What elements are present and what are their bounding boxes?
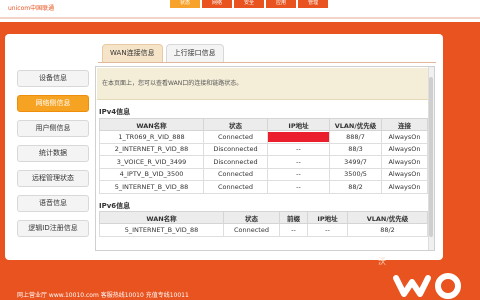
ip-cell: --: [267, 155, 330, 169]
vlan-cell: 88/3: [329, 142, 382, 156]
status-cell: Disconnected: [203, 155, 268, 169]
ipv6-col-ip: IP地址: [307, 211, 348, 224]
sidebar-item-logical-id[interactable]: 逻辑ID注册信息: [17, 220, 89, 237]
ipv6-header-row: WAN名称 状态 前缀 IP地址 VLAN/优先级: [99, 211, 428, 224]
sidebar-item-statistics[interactable]: 统计数据: [17, 145, 89, 162]
page-notice: 在本页面上，您可以查看WAN口的连接和链路状态。: [97, 68, 433, 100]
content-scrollbar[interactable]: [428, 67, 434, 250]
vlan-cell: 3499/7: [329, 155, 382, 169]
connection-cell: AlwaysOn: [381, 155, 428, 169]
vlan-cell: 88/2: [329, 180, 382, 194]
wan-name-cell: 3_VOICE_R_VID_3499: [99, 155, 204, 169]
ipv4-header-row: WAN名称 状态 IP地址 VLAN/优先级 连接: [99, 118, 428, 131]
status-cell: Disconnected: [203, 142, 268, 156]
ipv6-col-vlan: VLAN/优先级: [347, 211, 428, 224]
wo-logo: [393, 273, 461, 299]
wan-name-cell: 4_IPTV_B_VID_3500: [99, 167, 204, 181]
wan-name-cell: 2_INTERNET_R_VID_88: [99, 142, 204, 156]
ipv4-table: WAN名称 状态 IP地址 VLAN/优先级 连接 1_TR069_R_VID_…: [99, 118, 428, 194]
ipv6-col-prefix: 前缀: [279, 211, 308, 224]
top-nav: 状态 网络 安全 应用 管理: [170, 0, 330, 8]
status-cell: Connected: [203, 130, 268, 144]
sidebar-menu: 设备信息 网络侧信息 用户侧信息 统计数据 远程管理状态 语音信息 逻辑ID注册…: [17, 70, 89, 245]
ip-cell: --: [307, 223, 348, 237]
tab-wan-connection[interactable]: WAN连接信息: [102, 44, 163, 62]
ipv4-col-vlan: VLAN/优先级: [329, 118, 382, 131]
ip-cell: --: [267, 167, 330, 181]
unicom-logo: unicom中国联通: [8, 5, 55, 12]
top-tab-4[interactable]: 应用: [266, 0, 297, 8]
ip-cell: --: [267, 142, 330, 156]
sub-tabs: WAN连接信息 上行接口信息: [102, 44, 227, 62]
sidebar-item-voice-info[interactable]: 语音信息: [17, 195, 89, 212]
ipv6-col-status: 状态: [223, 211, 280, 224]
ip-cell: --: [267, 180, 330, 194]
ipv4-col-connection: 连接: [381, 118, 428, 131]
ipv6-section-title: IPv6信息: [99, 202, 131, 210]
top-tab-3[interactable]: 安全: [234, 0, 265, 8]
table-row: 2_INTERNET_R_VID_88 Disconnected -- 88/3…: [99, 142, 428, 156]
wan-name-cell: 5_INTERNET_B_VID_88: [99, 223, 224, 237]
connection-cell: AlwaysOn: [381, 180, 428, 194]
wan-name-cell: 5_INTERNET_B_VID_88: [99, 180, 204, 194]
content-frame: 在本页面上，您可以查看WAN口的连接和链路状态。 IPv4信息 WAN名称 状态…: [95, 66, 435, 251]
sidebar-item-network-info[interactable]: 网络侧信息: [17, 95, 89, 112]
table-row: 5_INTERNET_B_VID_88 Connected -- -- 88/2: [99, 223, 428, 237]
tab-divider: [98, 62, 436, 63]
tab-uplink-interface[interactable]: 上行接口信息: [165, 44, 224, 62]
status-cell: Connected: [203, 167, 268, 181]
top-tab-5[interactable]: 管理: [298, 0, 329, 8]
status-cell: Connected: [223, 223, 280, 237]
redaction-mask: [268, 131, 329, 142]
ipv6-col-wan-name: WAN名称: [99, 211, 224, 224]
top-tab-1[interactable]: 状态: [170, 0, 201, 8]
header-divider: [0, 17, 480, 19]
vlan-cell: 3500/5: [329, 167, 382, 181]
ipv4-col-wan-name: WAN名称: [99, 118, 204, 131]
table-row: 4_IPTV_B_VID_3500 Connected -- 3500/5 Al…: [99, 167, 428, 181]
connection-cell: AlwaysOn: [381, 130, 428, 144]
ipv4-col-status: 状态: [203, 118, 268, 131]
ip-cell: [267, 130, 330, 144]
sidebar-item-user-info[interactable]: 用户侧信息: [17, 120, 89, 137]
top-tab-2[interactable]: 网络: [202, 0, 233, 8]
status-cell: Connected: [203, 180, 268, 194]
ipv6-table: WAN名称 状态 前缀 IP地址 VLAN/优先级 5_INTERNET_B_V…: [99, 211, 428, 237]
scrollbar-thumb[interactable]: [429, 77, 433, 237]
wan-name-cell: 1_TR069_R_VID_888: [99, 130, 204, 144]
vlan-cell: 88/2: [347, 223, 428, 237]
table-row: 5_INTERNET_B_VID_88 Connected -- 88/2 Al…: [99, 180, 428, 194]
top-header: unicom中国联通 状态 网络 安全 应用 管理: [0, 0, 480, 22]
footer-contact: 网上营业厅 www.10010.com 客服热线10010 充值专线10011: [17, 292, 189, 299]
unicom-watermark: 沃: [378, 257, 386, 266]
sidebar-item-device-info[interactable]: 设备信息: [17, 70, 89, 87]
connection-cell: AlwaysOn: [381, 142, 428, 156]
ipv4-col-ip: IP地址: [267, 118, 330, 131]
ipv4-section-title: IPv4信息: [99, 108, 131, 116]
prefix-cell: --: [279, 223, 308, 237]
sidebar-item-remote-management[interactable]: 远程管理状态: [17, 170, 89, 187]
table-row: 3_VOICE_R_VID_3499 Disconnected -- 3499/…: [99, 155, 428, 169]
connection-cell: AlwaysOn: [381, 167, 428, 181]
vlan-cell: 888/7: [329, 130, 382, 144]
table-row: 1_TR069_R_VID_888 Connected 888/7 Always…: [99, 130, 428, 144]
